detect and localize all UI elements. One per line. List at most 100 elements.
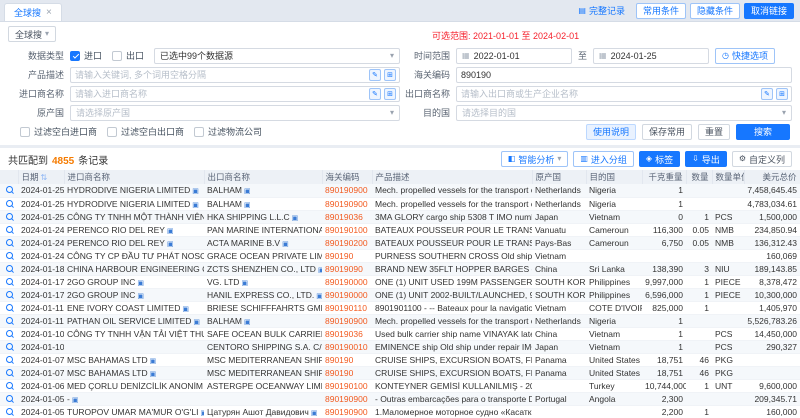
exporter-link-icon[interactable]: ▣: [282, 241, 289, 248]
exporter-name[interactable]: CENTORO SHIPPING S.A. C/O DAIICHI CHU: [207, 342, 322, 352]
hs-code-value[interactable]: 89019036: [325, 212, 363, 222]
cell-importer[interactable]: CÔNG TY CP ĐẦU TƯ PHÁT NOSCO SHIPYARD▣: [64, 249, 204, 262]
importer-name[interactable]: 2GO GROUP INC: [67, 277, 135, 287]
exporter-name[interactable]: MSC MEDITERRANEAN SHIPPING COMPA: [207, 355, 322, 365]
cell-hs-code[interactable]: 89019090: [322, 262, 372, 275]
cell-exporter[interactable]: MSC MEDITERRANEAN SHIPPING COMPA▣: [204, 366, 322, 379]
hs-code-value[interactable]: 890190200: [325, 238, 368, 248]
row-search-icon[interactable]: [6, 252, 13, 259]
cell-hs-code[interactable]: 890190000: [322, 288, 372, 301]
row-search-icon[interactable]: [6, 291, 13, 298]
exporter-name[interactable]: BALHAM: [207, 316, 242, 326]
cell-importer[interactable]: -▣: [64, 392, 204, 405]
smart-analysis-button[interactable]: ◧ 智能分析 ▾: [501, 151, 569, 167]
exporter-link-icon[interactable]: ▣: [241, 280, 248, 287]
cell-importer[interactable]: ▣: [64, 340, 204, 353]
importer-link-icon[interactable]: ▣: [182, 306, 189, 313]
col-date[interactable]: 日期⇅: [18, 170, 64, 184]
cell-exporter[interactable]: BALHAM▣: [204, 197, 322, 210]
cell-exporter[interactable]: SAFE OCEAN BULK CARRIER PTE LTD▣: [204, 327, 322, 340]
cell-hs-code[interactable]: 890190010: [322, 340, 372, 353]
hs-code-value[interactable]: 890190100: [325, 381, 368, 391]
table-row[interactable]: 2024-01-18 CHINA HARBOUR ENGINEERING CO …: [0, 262, 800, 275]
exporter-name[interactable]: BALHAM: [207, 199, 242, 209]
cell-hs-code[interactable]: 89019036: [322, 327, 372, 340]
cell-exporter[interactable]: ACTA MARINE B.V▣: [204, 236, 322, 249]
hide-conditions-button[interactable]: 隐藏条件: [690, 3, 740, 19]
importer-name[interactable]: PATHAN OIL SERVICE LIMITED: [67, 316, 191, 326]
exporter-name[interactable]: BALHAM: [207, 185, 242, 195]
hs-code-value[interactable]: 890190000: [325, 290, 368, 300]
cell-exporter[interactable]: PAN MARINE INTERNATIONAL - INC▣: [204, 223, 322, 236]
table-row[interactable]: 2024-01-10 ▣ CENTORO SHIPPING S.A. C/O D…: [0, 340, 800, 353]
cell-exporter[interactable]: HANIL EXPRESS CO., LTD.▣: [204, 288, 322, 301]
edit-option-icon[interactable]: ✎: [369, 69, 381, 81]
table-row[interactable]: 2024-01-25 HYDRODIVE NIGERIA LIMITED▣ BA…: [0, 184, 800, 197]
cell-exporter[interactable]: MSC MEDITERRANEAN SHIPPING COMPA▣: [204, 353, 322, 366]
importer-name[interactable]: MSC BAHAMAS LTD: [67, 355, 148, 365]
cell-importer[interactable]: HYDRODIVE NIGERIA LIMITED▣: [64, 184, 204, 197]
cell-hs-code[interactable]: 890190000: [322, 275, 372, 288]
exporter-name[interactable]: ZCTS SHENZHEN CO., LTD: [207, 264, 316, 274]
save-common-button[interactable]: 保存常用: [642, 124, 692, 140]
importer-name[interactable]: 2GO GROUP INC: [67, 290, 135, 300]
exporter-link-icon[interactable]: ▣: [316, 293, 322, 300]
hs-code-value[interactable]: 890190110: [325, 303, 367, 313]
cell-exporter[interactable]: VG. LTD▣: [204, 275, 322, 288]
cell-importer[interactable]: PERENCO RIO DEL REY▣: [64, 236, 204, 249]
importer-link-icon[interactable]: ▣: [150, 371, 157, 378]
importer-name[interactable]: CHINA HARBOUR ENGINEERING CO LTD: [67, 264, 204, 274]
table-row[interactable]: 2024-01-25 HYDRODIVE NIGERIA LIMITED▣ BA…: [0, 197, 800, 210]
start-date-input[interactable]: ▦ 2022-01-01: [456, 48, 572, 64]
cancel-link-button[interactable]: 取消链接: [744, 3, 794, 19]
importer-link-icon[interactable]: ▣: [167, 241, 174, 248]
row-search-icon[interactable]: [6, 369, 13, 376]
hs-code-value[interactable]: 890190100: [325, 225, 368, 235]
importer-link-icon[interactable]: ▣: [150, 358, 157, 365]
importer-link-icon[interactable]: ▣: [137, 293, 144, 300]
importer-name[interactable]: HYDRODIVE NIGERIA LIMITED: [67, 199, 190, 209]
importer-name[interactable]: CÔNG TY TNHH MỘT THÀNH VIÊN ĐÓNG TÀ: [67, 212, 204, 222]
importer-name[interactable]: CÔNG TY CP ĐẦU TƯ PHÁT NOSCO SHIPYARD: [67, 251, 204, 261]
exporter-link-icon[interactable]: ▣: [244, 188, 251, 195]
table-row[interactable]: 2024-01-11 PATHAN OIL SERVICE LIMITED▣ B…: [0, 314, 800, 327]
row-search-icon[interactable]: [6, 200, 13, 207]
importer-name[interactable]: PERENCO RIO DEL REY: [67, 238, 165, 248]
hs-code-value[interactable]: 89019090: [325, 264, 363, 274]
cell-importer[interactable]: MED ÇORLU DENİZCİLİK ANONİM ŞİRKETİ▣: [64, 379, 204, 392]
importer-name[interactable]: MSC BAHAMAS LTD: [67, 368, 148, 378]
cell-importer[interactable]: ENE IVORY COAST LIMITED▣: [64, 301, 204, 314]
importer-name[interactable]: CÔNG TY TNHH VẬN TẢI VIỆT THUẬN: [67, 329, 204, 339]
importer-link-icon[interactable]: ▣: [192, 202, 199, 209]
product-desc-input[interactable]: [71, 70, 369, 80]
exporter-input[interactable]: [457, 89, 761, 99]
cell-hs-code[interactable]: 890190100: [322, 223, 372, 236]
end-date-input[interactable]: ▦ 2024-01-25: [593, 48, 709, 64]
common-conditions-button[interactable]: 常用条件: [636, 3, 686, 19]
row-search-icon[interactable]: [6, 239, 13, 246]
tag-button[interactable]: ◈ 标签: [639, 151, 680, 167]
importer-name[interactable]: TUROPOV UMAR MA'MUR O'G'LI: [67, 407, 198, 417]
data-source-select[interactable]: 已选中99个数据源 ▾: [154, 48, 400, 64]
cell-importer[interactable]: CÔNG TY TNHH MỘT THÀNH VIÊN ĐÓNG TÀ▣: [64, 210, 204, 223]
hs-code-value[interactable]: 89019036: [325, 329, 363, 339]
cell-hs-code[interactable]: 890190: [322, 353, 372, 366]
cell-exporter[interactable]: ▣: [204, 392, 322, 405]
cell-hs-code[interactable]: 890190900: [322, 314, 372, 327]
table-row[interactable]: 2024-01-06 MED ÇORLU DENİZCİLİK ANONİM Ş…: [0, 379, 800, 392]
exporter-name[interactable]: MSC MEDITERRANEAN SHIPPING COMPA: [207, 368, 322, 378]
filter-blank-exporter-checkbox[interactable]: [107, 127, 117, 137]
exporter-name[interactable]: ASTERGPE OCEANWAY LIMITED: [207, 381, 322, 391]
row-search-icon[interactable]: [6, 226, 13, 233]
cell-importer[interactable]: HYDRODIVE NIGERIA LIMITED▣: [64, 197, 204, 210]
cell-hs-code[interactable]: 890190900: [322, 197, 372, 210]
cell-hs-code[interactable]: 890190900: [322, 392, 372, 405]
exporter-link-icon[interactable]: ▣: [244, 202, 251, 209]
table-row[interactable]: 2024-01-17 2GO GROUP INC▣ VG. LTD▣ 89019…: [0, 275, 800, 288]
cell-exporter[interactable]: HKA SHIPPING L.L.C▣: [204, 210, 322, 223]
filter-logistics-checkbox[interactable]: [194, 127, 204, 137]
row-search-icon[interactable]: [6, 356, 13, 363]
row-search-icon[interactable]: [6, 395, 13, 402]
grid-option-icon[interactable]: ⊞: [776, 88, 788, 100]
exporter-name[interactable]: HANIL EXPRESS CO., LTD.: [207, 290, 314, 300]
